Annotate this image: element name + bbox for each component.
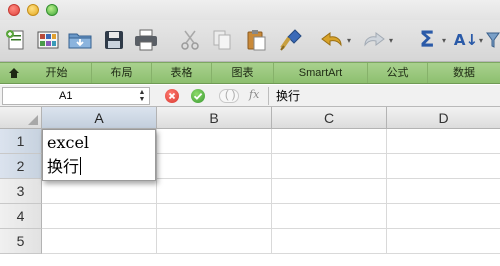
cell-edit-box[interactable]: excel 换行 [42,129,156,181]
row-header-2[interactable]: 2 [0,154,42,179]
tab-charts[interactable]: 图表 [212,63,274,83]
copy-icon[interactable] [208,26,236,54]
insert-function-button[interactable]: fx [249,88,259,101]
cell-b1[interactable] [157,129,272,154]
redo-menu-caret[interactable]: ▾ [389,36,395,46]
cell-b5[interactable] [157,229,272,254]
cell-b3[interactable] [157,179,272,204]
formula-bar: A1 ▲ ▼ ( ) fx 换行 [0,85,500,107]
column-header-b[interactable]: B [157,107,272,129]
edit-line-2-text: 换行 [47,157,80,176]
column-header-a[interactable]: A [42,107,157,129]
standard-toolbar: ▾ ▾ Σ ▾ A↓ ▾ [0,20,500,62]
tab-smartart[interactable]: SmartArt [274,63,368,83]
undo-icon[interactable] [318,26,346,54]
formula-divider [268,87,269,105]
sort-icon[interactable]: A↓ [452,26,480,54]
function-parentheses-icon[interactable]: ( ) [219,89,239,103]
save-icon[interactable] [100,26,128,54]
tab-formulas[interactable]: 公式 [368,63,428,83]
select-all-button[interactable] [0,107,42,129]
cell-c3[interactable] [272,179,387,204]
ribbon-tab-bar: 开始 布局 表格 图表 SmartArt 公式 数据 [0,62,500,84]
autosum-icon[interactable]: Σ [413,26,441,54]
cell-c1[interactable] [272,129,387,154]
filter-icon[interactable] [486,26,500,54]
minimize-window-button[interactable] [27,4,39,16]
text-cursor [80,157,82,175]
cell-d5[interactable] [387,229,500,254]
column-header-d[interactable]: D [387,107,500,129]
print-icon[interactable] [132,26,160,54]
cell-a4[interactable] [42,204,157,229]
row-header-4[interactable]: 4 [0,204,42,229]
cell-d3[interactable] [387,179,500,204]
sort-menu-caret[interactable]: ▾ [479,36,485,46]
gallery-icon[interactable] [34,26,62,54]
edit-line-2: 换行 [47,155,82,179]
redo-icon[interactable] [360,26,388,54]
home-icon [9,68,19,78]
tab-data[interactable]: 数据 [428,63,500,83]
paste-icon[interactable] [242,26,270,54]
column-header-c[interactable]: C [272,107,387,129]
new-workbook-icon[interactable] [2,26,30,54]
cell-a3[interactable] [42,179,157,204]
row-header-1[interactable]: 1 [0,129,42,154]
autosum-menu-caret[interactable]: ▾ [442,36,448,46]
cell-b4[interactable] [157,204,272,229]
tab-layout[interactable]: 布局 [92,63,152,83]
close-icon [168,92,176,100]
name-box-stepper-icon[interactable]: ▲ ▼ [137,89,147,103]
format-painter-icon[interactable] [278,26,306,54]
name-box[interactable]: A1 [2,87,150,105]
cell-c2[interactable] [272,154,387,179]
formula-input[interactable]: 换行 [276,87,300,105]
cell-d4[interactable] [387,204,500,229]
cell-d2[interactable] [387,154,500,179]
tab-tables[interactable]: 表格 [152,63,212,83]
title-bar [0,0,500,20]
row-header-3[interactable]: 3 [0,179,42,204]
confirm-entry-button[interactable] [191,89,205,103]
cell-b2[interactable] [157,154,272,179]
cell-c4[interactable] [272,204,387,229]
zoom-window-button[interactable] [46,4,58,16]
tab-home[interactable]: 开始 [0,63,92,83]
cell-d1[interactable] [387,129,500,154]
close-window-button[interactable] [8,4,20,16]
cell-a5[interactable] [42,229,157,254]
cell-c5[interactable] [272,229,387,254]
tab-home-label: 开始 [45,67,68,79]
edit-line-1: excel [47,133,90,152]
worksheet-grid: A B C D 1 2 3 4 5 excel 换行 [0,107,500,266]
check-icon [193,92,203,100]
cancel-entry-button[interactable] [165,89,179,103]
open-icon[interactable] [66,26,94,54]
cut-icon[interactable] [176,26,204,54]
row-header-5[interactable]: 5 [0,229,42,254]
undo-menu-caret[interactable]: ▾ [347,36,353,46]
